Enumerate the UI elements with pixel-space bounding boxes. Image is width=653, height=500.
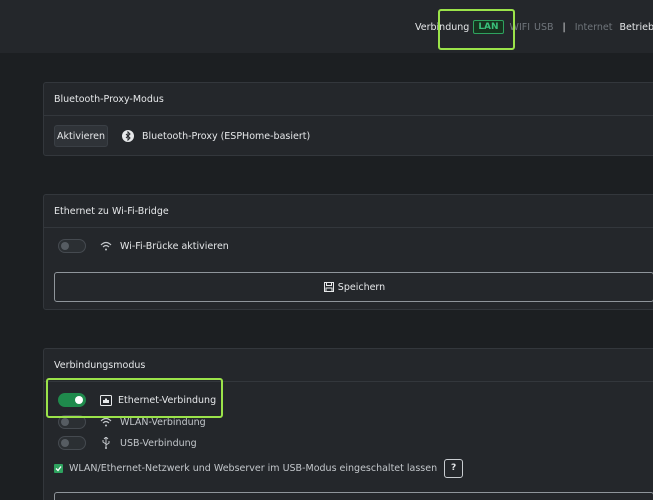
ethernet-label: Ethernet-Verbindung xyxy=(118,394,217,406)
usb-toggle[interactable] xyxy=(58,436,86,450)
bluetooth-proxy-row: Bluetooth-Proxy (ESPHome-basiert) xyxy=(122,129,310,143)
wifi-status: WIFI xyxy=(509,21,531,33)
connection-label: Verbindung xyxy=(415,21,470,33)
lan-badge: LAN xyxy=(473,20,504,34)
internet-status: Internet xyxy=(574,21,613,33)
usb-label: USB-Verbindung xyxy=(120,437,197,449)
bridge-toggle-row: Wi-Fi-Brücke aktivieren xyxy=(58,238,229,254)
mode-option-usb: USB-Verbindung xyxy=(58,435,197,451)
toggle-knob xyxy=(61,242,69,250)
usb-keep-network-row: WLAN/Ethernet-Netzwerk und Webserver im … xyxy=(54,457,464,479)
bluetooth-card-title: Bluetooth-Proxy-Modus xyxy=(44,83,653,116)
mode-card-title: Verbindungsmodus xyxy=(44,349,653,382)
wlan-toggle[interactable] xyxy=(58,415,86,429)
top-bar: Verbindung LAN WIFI USB | Internet Betri… xyxy=(0,0,653,53)
bluetooth-proxy-label: Bluetooth-Proxy (ESPHome-basiert) xyxy=(142,130,311,142)
usb-icon xyxy=(100,437,112,449)
save-icon xyxy=(323,281,335,293)
toggle-knob xyxy=(61,418,69,426)
wifi-icon xyxy=(100,240,112,252)
mode-option-wlan: WLAN-Verbindung xyxy=(58,414,206,430)
help-button[interactable]: ? xyxy=(444,458,464,478)
save-button[interactable]: Speichern xyxy=(54,272,653,302)
bridge-card-title: Ethernet zu Wi-Fi-Bridge xyxy=(44,195,653,228)
wifi-bridge-toggle[interactable] xyxy=(58,239,86,253)
connection-status: Verbindung LAN WIFI USB | Internet Betri… xyxy=(415,20,653,34)
usb-status: USB xyxy=(534,21,554,33)
keep-network-checkbox[interactable] xyxy=(54,463,63,473)
ethernet-toggle[interactable] xyxy=(58,393,86,407)
bridge-toggle-label: Wi-Fi-Brücke aktivieren xyxy=(120,240,229,252)
toggle-knob xyxy=(61,439,69,447)
save-label: Speichern xyxy=(337,281,386,293)
ethernet-icon xyxy=(100,394,112,406)
keep-network-label: WLAN/Ethernet-Netzwerk und Webserver im … xyxy=(69,462,438,474)
bluetooth-proxy-card: Bluetooth-Proxy-Modus Aktivieren Bluetoo… xyxy=(43,82,653,156)
connection-mode-card: Verbindungsmodus Ethernet-Verbindung WLA… xyxy=(43,348,653,500)
activate-button[interactable]: Aktivieren xyxy=(54,125,108,147)
status-separator: | xyxy=(562,21,566,33)
toggle-knob xyxy=(75,396,83,404)
mode-option-ethernet: Ethernet-Verbindung xyxy=(58,392,216,408)
uptime-label: Betriebszeit xyxy=(619,21,653,33)
wlan-label: WLAN-Verbindung xyxy=(120,416,206,428)
wifi-bridge-card: Ethernet zu Wi-Fi-Bridge Wi-Fi-Brücke ak… xyxy=(43,194,653,310)
bluetooth-icon xyxy=(122,130,134,142)
wifi-icon xyxy=(100,416,112,428)
mode-save-button-partial[interactable] xyxy=(54,492,653,500)
